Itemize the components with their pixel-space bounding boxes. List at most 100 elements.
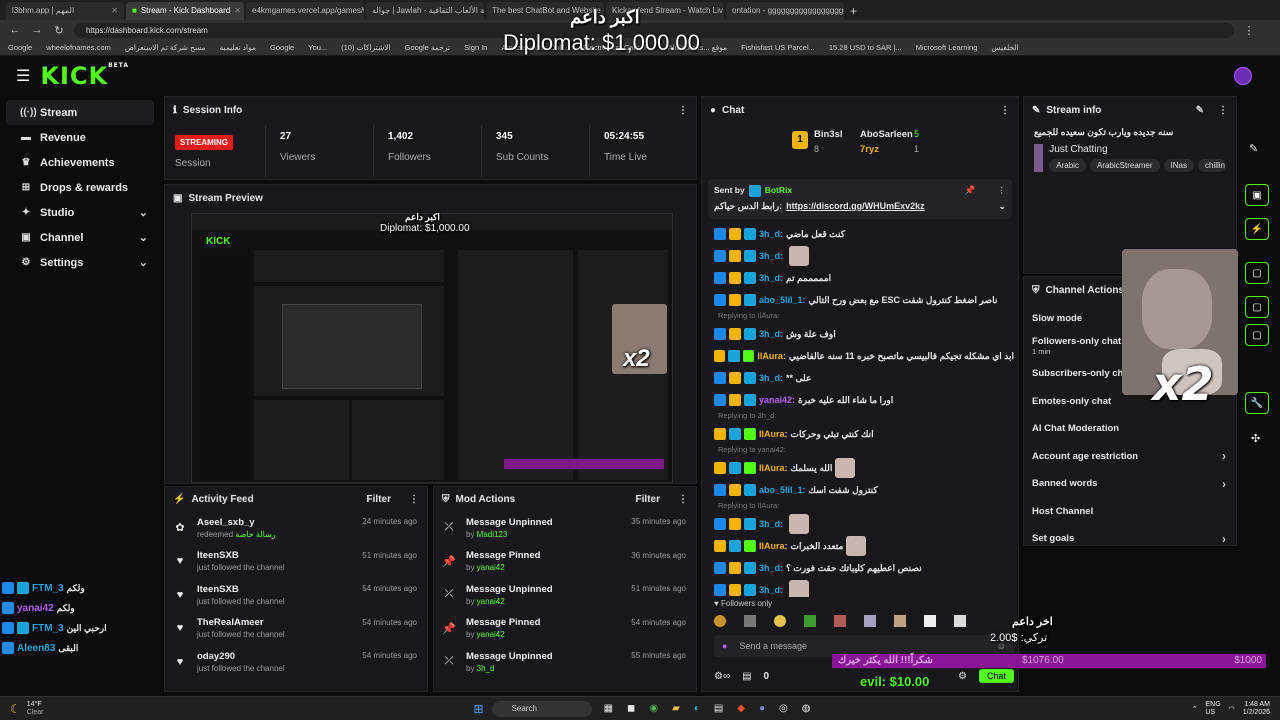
- mod-action-row[interactable]: 📌 Message Pinned by yanai42 54 minutes ago: [434, 612, 696, 646]
- top-gifter-name[interactable]: Bin3sl: [814, 129, 843, 140]
- edge-icon[interactable]: ◐: [694, 703, 700, 714]
- chat-message[interactable]: IlAura: متعدد الخبرات: [714, 535, 1014, 557]
- top-gifter-name[interactable]: 7ryz: [860, 144, 879, 155]
- chevron-down-icon[interactable]: ⌄: [998, 201, 1006, 212]
- stream-preview-video[interactable]: KICK: [191, 213, 673, 483]
- app-icon[interactable]: ◎: [779, 703, 788, 714]
- bookmark-item[interactable]: Fishisfast US Parcel...: [741, 43, 815, 52]
- chat-username[interactable]: 3h_d:: [759, 329, 783, 339]
- channel-action-item[interactable]: Account age restriction ›: [1024, 443, 1236, 471]
- mod-action-user[interactable]: yanai42: [477, 563, 505, 572]
- pinned-link[interactable]: https://discord.gg/WHUmExv2kz: [786, 201, 925, 212]
- chat-username[interactable]: 3h_d:: [759, 585, 783, 595]
- menu-icon[interactable]: ⋮: [1242, 24, 1256, 37]
- top-gifter-name[interactable]: AboSarleen: [860, 129, 913, 140]
- hamburger-menu-icon[interactable]: ☰: [16, 66, 30, 86]
- chat-message[interactable]: IlAura: الله يسلمك: [714, 457, 1014, 479]
- bookmark-item[interactable]: 15.28 USD to SAR |...: [829, 43, 902, 52]
- mod-action-row[interactable]: 📌 Message Pinned by yanai42 36 minutes ago: [434, 545, 696, 579]
- bookmark-item[interactable]: Microsoft Learning: [916, 43, 978, 52]
- more-options-icon[interactable]: ⋮: [998, 185, 1007, 197]
- browser-tab-active[interactable]: ■ Stream - Kick Dashboard ✕: [126, 2, 244, 20]
- mic-icon[interactable]: ●: [722, 641, 727, 651]
- mod-action-row[interactable]: ⤫ Message Unpinned by Madi123 35 minutes ag…: [434, 511, 696, 545]
- sidebar-item-achievements[interactable]: ♛ Achievements: [6, 150, 154, 175]
- chat-username[interactable]: IlAura:: [759, 429, 788, 439]
- browser-tab[interactable]: جواله | Jawlah - منصة الألعاب الثقافية✕: [366, 2, 484, 20]
- gear-icon[interactable]: ⚙: [958, 671, 967, 682]
- edit-icon[interactable]: ✎: [1196, 105, 1204, 116]
- bookmark-item[interactable]: wheelofnames.com: [46, 43, 111, 52]
- tag-pill[interactable]: ArabicStreamer: [1089, 159, 1160, 172]
- chat-username[interactable]: yanai42:: [759, 395, 795, 405]
- chat-message[interactable]: 3h_d:: [714, 245, 1014, 267]
- close-icon[interactable]: ✕: [234, 2, 241, 20]
- chat-username[interactable]: abo_5lil_1:: [759, 485, 806, 495]
- task-view-icon[interactable]: ▦: [604, 703, 613, 714]
- browser-tab[interactable]: e4kmgames.vercel.app/games/w✕: [246, 2, 364, 20]
- back-icon[interactable]: ←: [8, 24, 22, 36]
- more-options-icon[interactable]: ⋮: [678, 105, 688, 116]
- bookmark-item[interactable]: الاشتراكات (10): [341, 43, 390, 52]
- wifi-icon[interactable]: ◠: [1229, 705, 1235, 713]
- more-options-icon[interactable]: ⋮: [1218, 105, 1228, 116]
- panel-toggle-icon[interactable]: ▢: [1245, 324, 1269, 346]
- chat-message[interactable]: 3h_d:: [714, 513, 1014, 535]
- activity-user[interactable]: oday290: [197, 651, 285, 662]
- avatar[interactable]: [1234, 67, 1252, 85]
- sidebar-item-revenue[interactable]: ▬ Revenue: [6, 125, 154, 150]
- sidebar-item-settings[interactable]: ⚙ Settings ⌄: [6, 250, 154, 275]
- chat-message[interactable]: 3h_d: كنت قعل ماضي: [714, 223, 1014, 245]
- wrench-icon[interactable]: 🔧: [1245, 392, 1269, 414]
- lightning-icon[interactable]: ⚡: [1245, 218, 1269, 240]
- chat-message[interactable]: yanai42: اورا ما شاء الله عليه خبرة: [714, 389, 1014, 411]
- sidebar-item-stream[interactable]: ((·)) Stream: [6, 100, 154, 125]
- bookmark-item[interactable]: Google: [8, 43, 32, 52]
- send-chat-button[interactable]: Chat: [978, 669, 1014, 683]
- settings-icon[interactable]: ⚙∞: [714, 671, 730, 682]
- activity-row[interactable]: ♥ TheRealAmeer just followed the channel 5…: [165, 612, 427, 646]
- bookmark-item[interactable]: مسح شركة تم الاستعراض: [125, 43, 206, 52]
- activity-user[interactable]: IteenSXB: [197, 550, 285, 561]
- discord-icon[interactable]: ●: [759, 703, 765, 714]
- category-thumbnail[interactable]: [1034, 144, 1044, 172]
- camera-icon[interactable]: ▣: [1245, 184, 1269, 206]
- chat-message[interactable]: abo_5lil_1: مع بعض ورح التالي ESC ناصر اض…: [714, 289, 1014, 311]
- activity-user[interactable]: IteenSXB: [197, 584, 285, 595]
- sidebar-item-studio[interactable]: ✦ Studio ⌄: [6, 200, 154, 225]
- store-icon[interactable]: ▤: [714, 703, 723, 714]
- bookmark-item[interactable]: Google: [270, 43, 294, 52]
- kick-logo[interactable]: KICKBETA: [40, 62, 129, 90]
- chat-username[interactable]: IlAura:: [759, 541, 788, 551]
- close-icon[interactable]: ✕: [111, 2, 118, 20]
- mod-action-row[interactable]: ⤫ Message Unpinned by 3h_d 55 minutes ago: [434, 645, 696, 679]
- activity-user[interactable]: TheRealAmeer: [197, 617, 285, 628]
- chat-message[interactable]: 3h_d: اوف علة وش: [714, 323, 1014, 345]
- chat-message[interactable]: 3h_d: نصنص اعطيهم كليباتك حقت فورت ؟: [714, 557, 1014, 579]
- pencil-icon[interactable]: ✎: [1249, 142, 1258, 155]
- more-options-icon[interactable]: ⋮: [678, 494, 688, 505]
- reload-icon[interactable]: ↻: [52, 24, 66, 37]
- chat-username[interactable]: 3h_d:: [759, 229, 783, 239]
- chrome-icon[interactable]: ◉: [649, 703, 658, 714]
- chat-username[interactable]: 3h_d:: [759, 251, 783, 261]
- chat-message[interactable]: abo_5lil_1: كنترول شفت اسك: [714, 479, 1014, 501]
- channel-action-item[interactable]: Host Channel: [1024, 498, 1236, 526]
- mod-action-user[interactable]: 3h_d: [477, 664, 495, 673]
- new-tab-button[interactable]: +: [850, 2, 857, 20]
- channel-action-item[interactable]: Banned words ›: [1024, 470, 1236, 498]
- folder-icon[interactable]: ▰: [672, 703, 680, 714]
- panel-toggle-icon[interactable]: ▢: [1245, 296, 1269, 318]
- sidebar-item-drops[interactable]: ⊞ Drops & rewards: [6, 175, 154, 200]
- chat-username[interactable]: 3h_d:: [759, 563, 783, 573]
- pinned-user[interactable]: BotRix: [765, 185, 792, 197]
- steam-icon[interactable]: ◍: [802, 703, 811, 714]
- points-icon[interactable]: ▤: [742, 671, 751, 682]
- chat-message[interactable]: IlAura: ابد اي مشكله تجيكم فالبيسي ماتصبح…: [714, 345, 1014, 367]
- activity-row[interactable]: ✿ Aseel_sxb_y redeemed رسالة خاصة 24 minute…: [165, 511, 427, 545]
- bookmark-item[interactable]: Google ترجمة: [405, 43, 451, 52]
- chat-username[interactable]: abo_5lil_1:: [759, 295, 806, 305]
- forward-icon[interactable]: →: [30, 24, 44, 36]
- reply-context[interactable]: Replying to IlAura:: [714, 501, 1014, 513]
- windows-start-icon[interactable]: ⊞: [474, 702, 484, 716]
